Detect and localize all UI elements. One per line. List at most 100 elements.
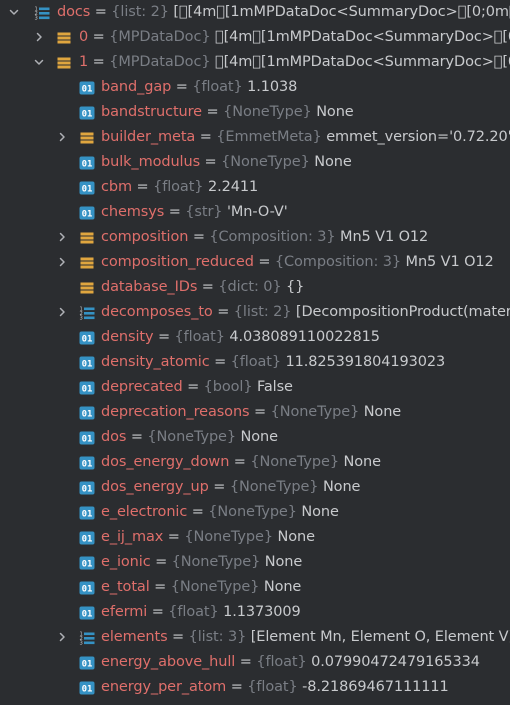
tree-row-dos-energy-up[interactable]: 01 dos_energy_up = {NoneType} None — [0, 475, 510, 500]
equals-sign: = — [195, 129, 217, 145]
variable-type: {NoneType} — [208, 504, 297, 520]
variable-name: deprecation_reasons — [101, 404, 250, 420]
tree-row-text: bulk_modulus = {NoneType} None — [101, 150, 352, 175]
chevron-right-icon[interactable] — [56, 631, 68, 643]
tree-row-decomposes-to[interactable]: 1 2 3 decomposes_to = {list: 2} [Decomposit… — [0, 300, 510, 325]
svg-text:01: 01 — [82, 560, 93, 570]
tree-row-database-IDs[interactable]: database_IDs = {dict: 0} {} — [0, 275, 510, 300]
tree-row-text: e_ionic = {NoneType} None — [101, 550, 302, 575]
chevron-right-icon[interactable] — [56, 231, 68, 243]
field-icon: 01 — [79, 530, 95, 546]
tree-row-energy-per-atom[interactable]: 01 energy_per_atom = {float} -8.218694671… — [0, 675, 510, 700]
tree-row-builder-meta[interactable]: builder_meta = {EmmetMeta} emmet_version… — [0, 125, 510, 150]
variable-type: {list: 2} — [111, 4, 169, 20]
variable-value: [Element Mn, Element O, Element V] — [250, 629, 510, 645]
variable-type: {EmmetMeta} — [216, 129, 322, 145]
tree-row-density[interactable]: 01 density = {float} 4.038089110022815 — [0, 325, 510, 350]
variable-name: elements — [101, 629, 168, 645]
variable-name: builder_meta — [101, 129, 196, 145]
variable-value: None — [363, 404, 402, 420]
tree-row-text: builder_meta = {EmmetMeta} emmet_version… — [101, 125, 510, 150]
equals-sign: = — [163, 529, 185, 545]
variable-name: energy_per_atom — [101, 679, 227, 695]
variable-value: None — [343, 454, 381, 470]
object-icon — [79, 130, 95, 146]
field-icon: 01 — [79, 155, 95, 171]
chevron-down-icon[interactable] — [33, 56, 45, 68]
tree-row-1[interactable]: 1 = {MPDataDoc}  [4m [1mMPDataDoc<Summar… — [0, 50, 510, 75]
debugger-variables-tree: 1 2 3 docs = {list: 2} [ [4m [1mMPDataDoc<S… — [0, 0, 510, 705]
tree-row-composition-reduced[interactable]: composition_reduced = {Composition: 3} M… — [0, 250, 510, 275]
tree-row-text: cbm = {float} 2.2411 — [101, 175, 258, 200]
tree-row-cbm[interactable]: 01 cbm = {float} 2.2411 — [0, 175, 510, 200]
chevron-right-icon[interactable] — [56, 306, 68, 318]
tree-row-e-ionic[interactable]: 01 e_ionic = {NoneType} None — [0, 550, 510, 575]
equals-sign: = — [212, 304, 234, 320]
tree-row-bandstructure[interactable]: 01 bandstructure = {NoneType} None — [0, 100, 510, 125]
variable-type: {NoneType} — [147, 429, 237, 445]
object-icon — [56, 30, 72, 46]
equals-sign: = — [188, 229, 210, 245]
chevron-right-icon[interactable] — [56, 131, 68, 143]
tree-row-text: e_total = {NoneType} None — [101, 575, 301, 600]
variable-type: {float} — [230, 354, 281, 370]
equals-sign: = — [153, 329, 175, 345]
tree-row-energy-above-hull[interactable]: 01 energy_above_hull = {float} 0.07990472… — [0, 650, 510, 675]
svg-text:01: 01 — [82, 85, 93, 95]
chevron-down-icon[interactable] — [8, 6, 20, 18]
svg-text:01: 01 — [82, 660, 93, 670]
variable-name: database_IDs — [101, 279, 198, 295]
chevron-right-icon[interactable] — [33, 31, 45, 43]
field-icon: 01 — [79, 380, 95, 396]
tree-row-dos-energy-down[interactable]: 01 dos_energy_down = {NoneType} None — [0, 450, 510, 475]
tree-row-dos[interactable]: 01 dos = {NoneType} None — [0, 425, 510, 450]
tree-row-text: e_ij_max = {NoneType} None — [101, 525, 315, 550]
svg-text:01: 01 — [82, 435, 93, 445]
field-icon: 01 — [79, 455, 95, 471]
tree-row-density-atomic[interactable]: 01 density_atomic = {float} 11.8253918041… — [0, 350, 510, 375]
tree-row-text: composition = {Composition: 3} Mn5 V1 O1… — [101, 225, 428, 250]
equals-sign: = — [197, 279, 219, 295]
variable-name: band_gap — [101, 79, 172, 95]
tree-row-0[interactable]: 0 = {MPDataDoc}  [4m [1mMPDataDoc<Summar… — [0, 25, 510, 50]
variable-name: energy_above_hull — [101, 654, 236, 670]
tree-row-e-total[interactable]: 01 e_total = {NoneType} None — [0, 575, 510, 600]
equals-sign: = — [209, 354, 231, 370]
equals-sign: = — [208, 479, 230, 495]
equals-sign: = — [202, 104, 224, 120]
variable-value: None — [316, 104, 354, 120]
tree-row-deprecation-reasons[interactable]: 01 deprecation_reasons = {NoneType} None — [0, 400, 510, 425]
variable-name: cbm — [101, 179, 133, 195]
variable-type: {MPDataDoc} — [109, 29, 211, 45]
tree-row-e-ij-max[interactable]: 01 e_ij_max = {NoneType} None — [0, 525, 510, 550]
tree-row-deprecated[interactable]: 01 deprecated = {bool} False — [0, 375, 510, 400]
tree-row-e-electronic[interactable]: 01 e_electronic = {NoneType} None — [0, 500, 510, 525]
tree-row-chemsys[interactable]: 01 chemsys = {str} 'Mn-O-V' — [0, 200, 510, 225]
tree-row-text: decomposes_to = {list: 2} [Decomposition… — [101, 300, 510, 325]
equals-sign: = — [226, 679, 248, 695]
equals-sign: = — [149, 579, 171, 595]
tree-row-bulk-modulus[interactable]: 01 bulk_modulus = {NoneType} None — [0, 150, 510, 175]
svg-text:01: 01 — [82, 160, 93, 170]
tree-row-band-gap[interactable]: 01 band_gap = {float} 1.1038 — [0, 75, 510, 100]
list-icon: 123 — [79, 305, 95, 321]
variable-name: density — [101, 329, 154, 345]
tree-row-elements[interactable]: 1 2 3 elements = {list: 3} [Element Mn, Ele… — [0, 625, 510, 650]
variable-name: dos — [101, 429, 127, 445]
tree-row-docs[interactable]: 1 2 3 docs = {list: 2} [ [4m [1mMPDataDoc<S… — [0, 0, 510, 25]
object-icon — [79, 230, 95, 246]
tree-row-composition[interactable]: composition = {Composition: 3} Mn5 V1 O1… — [0, 225, 510, 250]
field-icon: 01 — [79, 355, 95, 371]
field-icon: 01 — [79, 330, 95, 346]
svg-text:01: 01 — [82, 485, 93, 495]
variable-name: dos_energy_down — [101, 454, 230, 470]
chevron-right-icon[interactable] — [56, 256, 68, 268]
variable-type: {NoneType} — [223, 104, 312, 120]
svg-text:01: 01 — [82, 685, 93, 695]
variable-name: e_total — [101, 579, 150, 595]
tree-row-efermi[interactable]: 01 efermi = {float} 1.1373009 — [0, 600, 510, 625]
field-icon: 01 — [79, 405, 95, 421]
field-icon: 01 — [79, 580, 95, 596]
variable-value: [DecompositionProduct(mater — [295, 304, 510, 320]
equals-sign: = — [164, 204, 186, 220]
